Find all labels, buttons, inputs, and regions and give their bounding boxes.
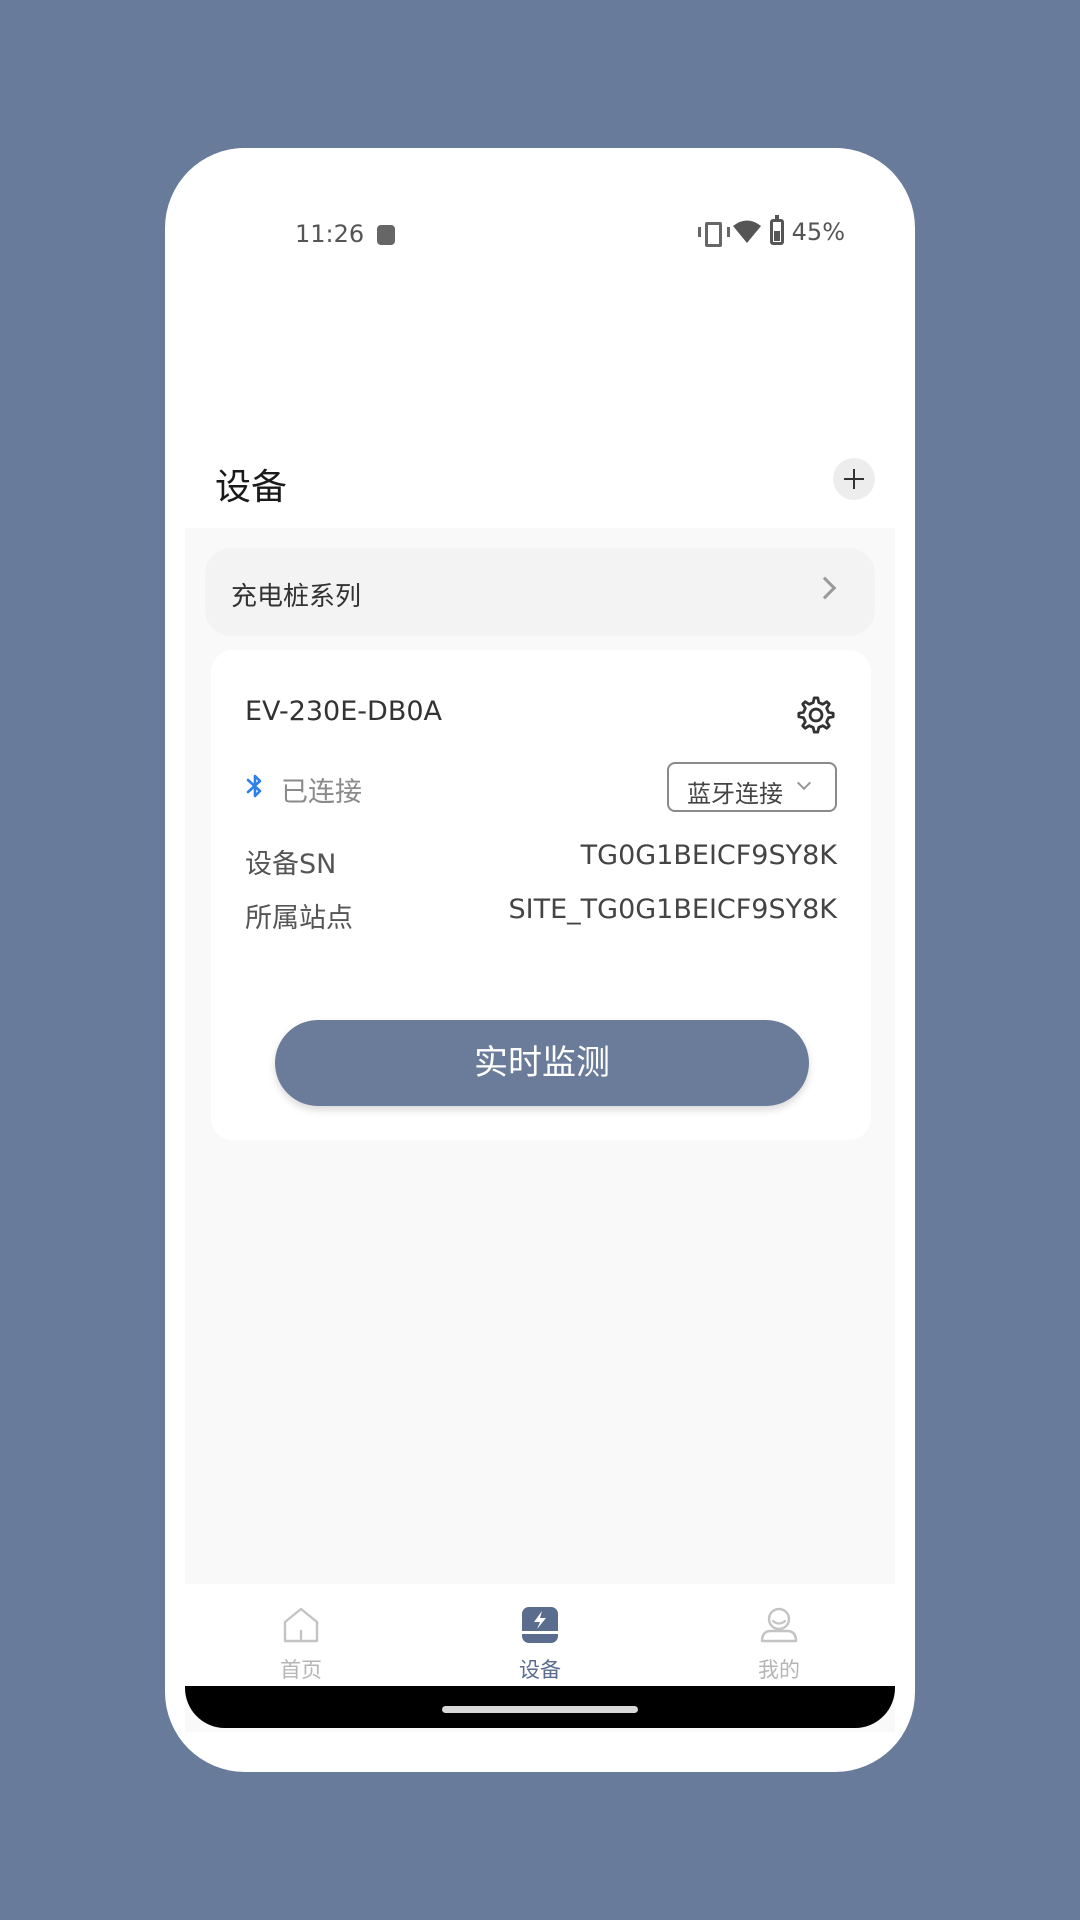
device-card: EV-230E-DB0A 已连接 蓝牙连接 设备SN TG0G1BEICF9SY…: [211, 650, 871, 1140]
bottom-tab-bar: 首页 设备 我的: [185, 1584, 895, 1686]
add-device-button[interactable]: [833, 458, 875, 500]
notification-icon: [377, 225, 395, 245]
status-time: 11:26: [295, 220, 365, 248]
device-list: 充电桩系列 EV-230E-DB0A 已连接 蓝牙连接 设备SN TG0G1BE…: [185, 528, 895, 1732]
bluetooth-icon: [246, 774, 262, 798]
wifi-icon: [732, 220, 761, 243]
series-row[interactable]: 充电桩系列: [205, 548, 875, 636]
realtime-monitor-button[interactable]: 实时监测: [275, 1020, 809, 1106]
tab-home[interactable]: 首页: [241, 1584, 361, 1686]
tab-label: 设备: [519, 1658, 561, 1682]
battery-percent: 45%: [791, 218, 845, 246]
series-label: 充电桩系列: [231, 582, 362, 612]
home-icon: [283, 1607, 319, 1643]
app-screen: 11:26 45% 设备 充电桩系列 EV-230E-DB0A 已连接 蓝牙连接…: [185, 148, 895, 1732]
site-label: 所属站点: [245, 903, 353, 934]
home-indicator[interactable]: [442, 1706, 638, 1713]
vibrate-icon: [697, 219, 730, 247]
tab-label: 我的: [758, 1658, 800, 1682]
chevron-right-icon: [813, 576, 837, 600]
connection-mode-dropdown[interactable]: 蓝牙连接: [667, 762, 837, 812]
device-charge-icon: [522, 1607, 558, 1643]
phone-frame: 11:26 45% 设备 充电桩系列 EV-230E-DB0A 已连接 蓝牙连接…: [165, 148, 915, 1772]
page-header: 设备: [185, 438, 895, 528]
sn-value: TG0G1BEICF9SY8K: [580, 840, 837, 871]
tab-device[interactable]: 设备: [480, 1584, 600, 1686]
tab-profile[interactable]: 我的: [719, 1584, 839, 1686]
sn-label: 设备SN: [245, 849, 337, 880]
tab-label: 首页: [280, 1658, 322, 1682]
connection-mode-label: 蓝牙连接: [687, 780, 783, 808]
status-indicators: 45%: [697, 215, 845, 247]
site-value: SITE_TG0G1BEICF9SY8K: [508, 894, 837, 925]
battery-icon: [769, 215, 784, 245]
system-nav-bar: [185, 1686, 895, 1728]
gear-icon[interactable]: [795, 694, 837, 736]
profile-icon: [760, 1607, 798, 1643]
device-name: EV-230E-DB0A: [245, 696, 442, 727]
connection-status: 已连接: [281, 777, 362, 808]
chevron-down-icon: [796, 775, 812, 791]
page-title: 设备: [215, 467, 288, 508]
status-bar: 11:26 45%: [185, 214, 895, 260]
